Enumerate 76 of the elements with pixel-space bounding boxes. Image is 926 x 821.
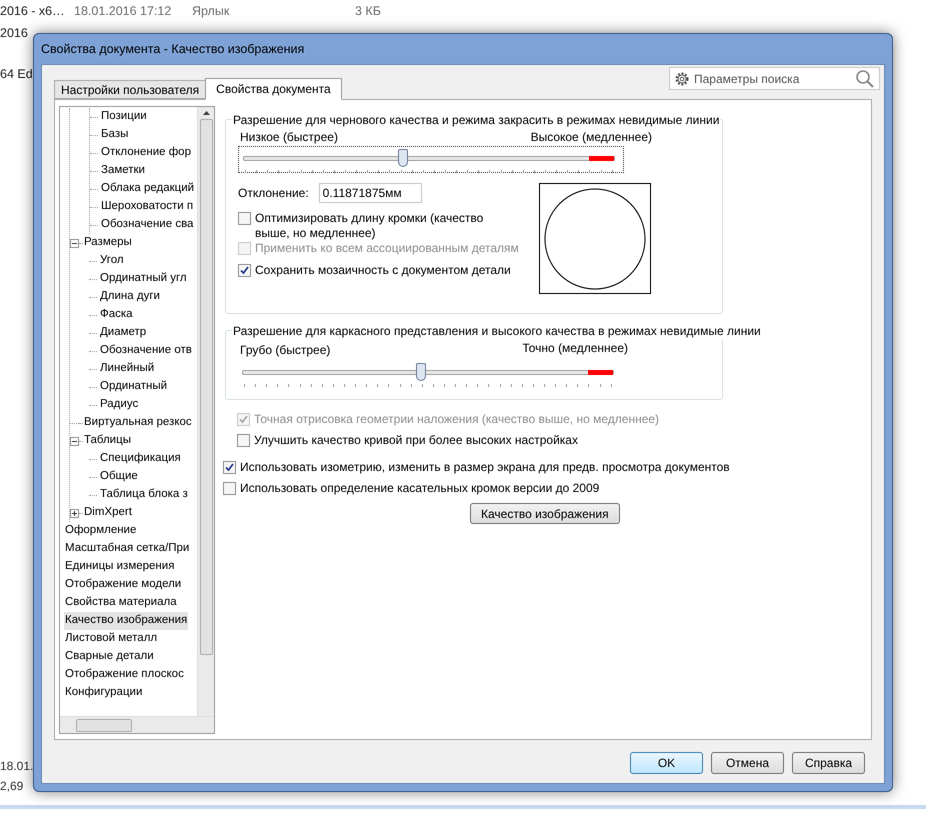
file-type: Ярлык — [192, 2, 230, 20]
deviation-field[interactable]: 0.11871875мм — [318, 183, 422, 203]
tree-item[interactable]: Линейный — [99, 360, 156, 378]
tab[interactable]: Свойства документа — [205, 78, 342, 100]
slider-thumb[interactable] — [398, 149, 408, 167]
tree-item[interactable]: Таблица блока з — [99, 486, 189, 504]
checkbox-label: Оптимизировать длину кромки (качество выше, но медленнее) — [255, 211, 484, 241]
horizontal-scrollbar[interactable] — [60, 716, 214, 733]
search-box[interactable]: Параметры поиска — [669, 67, 880, 90]
tree-item[interactable]: Общие — [99, 468, 139, 486]
search-field[interactable]: Параметры поиска — [694, 70, 851, 88]
search-icon[interactable] — [855, 68, 875, 88]
tab[interactable]: Настройки пользователя — [54, 80, 206, 99]
tree-item[interactable]: Свойства материала — [64, 594, 178, 612]
file-date: 18.01.2016 17:12 — [74, 2, 172, 20]
checkbox-label: Точная отрисовка геометрии наложения (качество выше, но медленнее) — [254, 412, 660, 427]
tree-item[interactable]: Спецификация — [99, 450, 182, 468]
tree-item[interactable]: Базы — [100, 126, 130, 144]
field-label: Отклонение: — [238, 185, 309, 202]
tree-item[interactable]: Облака редакций — [100, 180, 196, 198]
tree-item[interactable]: Позиции — [100, 108, 148, 126]
tree-item[interactable]: Масштабная сетка/При — [64, 540, 190, 558]
tree-item[interactable]: Конфигурации — [64, 684, 144, 702]
tree-item[interactable]: Единицы измерения — [64, 558, 176, 576]
tree-item[interactable]: Обозначение отв — [99, 342, 193, 360]
vertical-scrollbar[interactable] — [197, 107, 214, 716]
tree-item[interactable]: Диаметр — [99, 324, 148, 342]
tree-item[interactable]: Угол — [99, 252, 125, 270]
slider-label: Низкое (быстрее) — [240, 129, 338, 146]
tree-item[interactable]: Качество изображения — [64, 612, 188, 630]
tree-item[interactable]: Отклонение фор — [100, 144, 192, 162]
collapse-icon[interactable] — [70, 238, 79, 248]
tree-item[interactable]: Радиус — [99, 396, 140, 414]
tree-item[interactable]: Сварные детали — [64, 648, 155, 666]
checkbox-label: Улучшить качество кривой при более высоких настройках — [254, 433, 578, 448]
checkbox[interactable] — [237, 434, 250, 447]
dialog-button[interactable]: Отмена — [711, 752, 784, 774]
details-text: 18.01. — [0, 758, 34, 775]
tree-item[interactable]: Шероховатости п — [100, 198, 194, 216]
window-title: Свойства документа - Качество изображения — [41, 40, 304, 58]
slider-thumb[interactable] — [416, 363, 426, 381]
checkbox-label: Использовать определение касательных кромок версии до 2009 — [240, 481, 600, 496]
tree-item[interactable]: Размеры — [83, 234, 133, 252]
tree-item[interactable]: Листовой металл — [64, 630, 158, 648]
file-name[interactable]: 2016 - x6… — [0, 2, 70, 20]
checkbox-label: Применить ко всем ассоциированным деталям — [255, 241, 519, 256]
tree-item[interactable]: Оформление — [64, 522, 138, 540]
dialog-button[interactable]: OK — [630, 752, 703, 774]
slider-label: Точно (медленнее) — [522, 340, 628, 357]
gear-icon — [674, 70, 690, 86]
tree-item[interactable]: Обозначение сва — [100, 216, 194, 234]
details-text: 2,69 — [0, 778, 24, 795]
checkbox[interactable] — [223, 461, 236, 474]
tree-item[interactable]: Отображение плоскос — [64, 666, 185, 684]
slider-label: Высокое (медленнее) — [530, 129, 652, 146]
tree-item[interactable]: Заметки — [100, 162, 146, 180]
tree-item[interactable]: Таблицы — [83, 432, 132, 450]
file-size: 3 КБ — [355, 2, 381, 20]
collapse-icon[interactable] — [70, 436, 79, 446]
checkbox[interactable] — [223, 482, 236, 495]
checkbox[interactable] — [238, 264, 251, 277]
tree-item[interactable]: Ординатный — [99, 378, 168, 396]
dialog-button[interactable]: Справка — [792, 752, 865, 774]
scroll-up-icon[interactable] — [202, 111, 210, 115]
checkbox-label: Использовать изометрию, изменить в размер экрана для предв. просмотра документов — [240, 460, 730, 475]
checkbox[interactable] — [238, 212, 251, 225]
expand-icon[interactable] — [70, 508, 79, 518]
image-quality-button[interactable]: Качество изображения — [470, 503, 620, 524]
tree-item[interactable]: Отображение модели — [64, 576, 182, 594]
slider-label: Грубо (быстрее) — [240, 342, 330, 359]
checkbox-label: Сохранить мозаичность с документом детали — [255, 263, 511, 278]
tree-item[interactable]: Ординатный угл — [99, 270, 188, 288]
tree-item[interactable]: Длина дуги — [99, 288, 161, 306]
tree-item[interactable]: Виртуальная резкос — [83, 414, 193, 432]
tree-item[interactable]: Фаска — [99, 306, 134, 324]
tree-item[interactable]: DimXpert — [83, 504, 133, 522]
